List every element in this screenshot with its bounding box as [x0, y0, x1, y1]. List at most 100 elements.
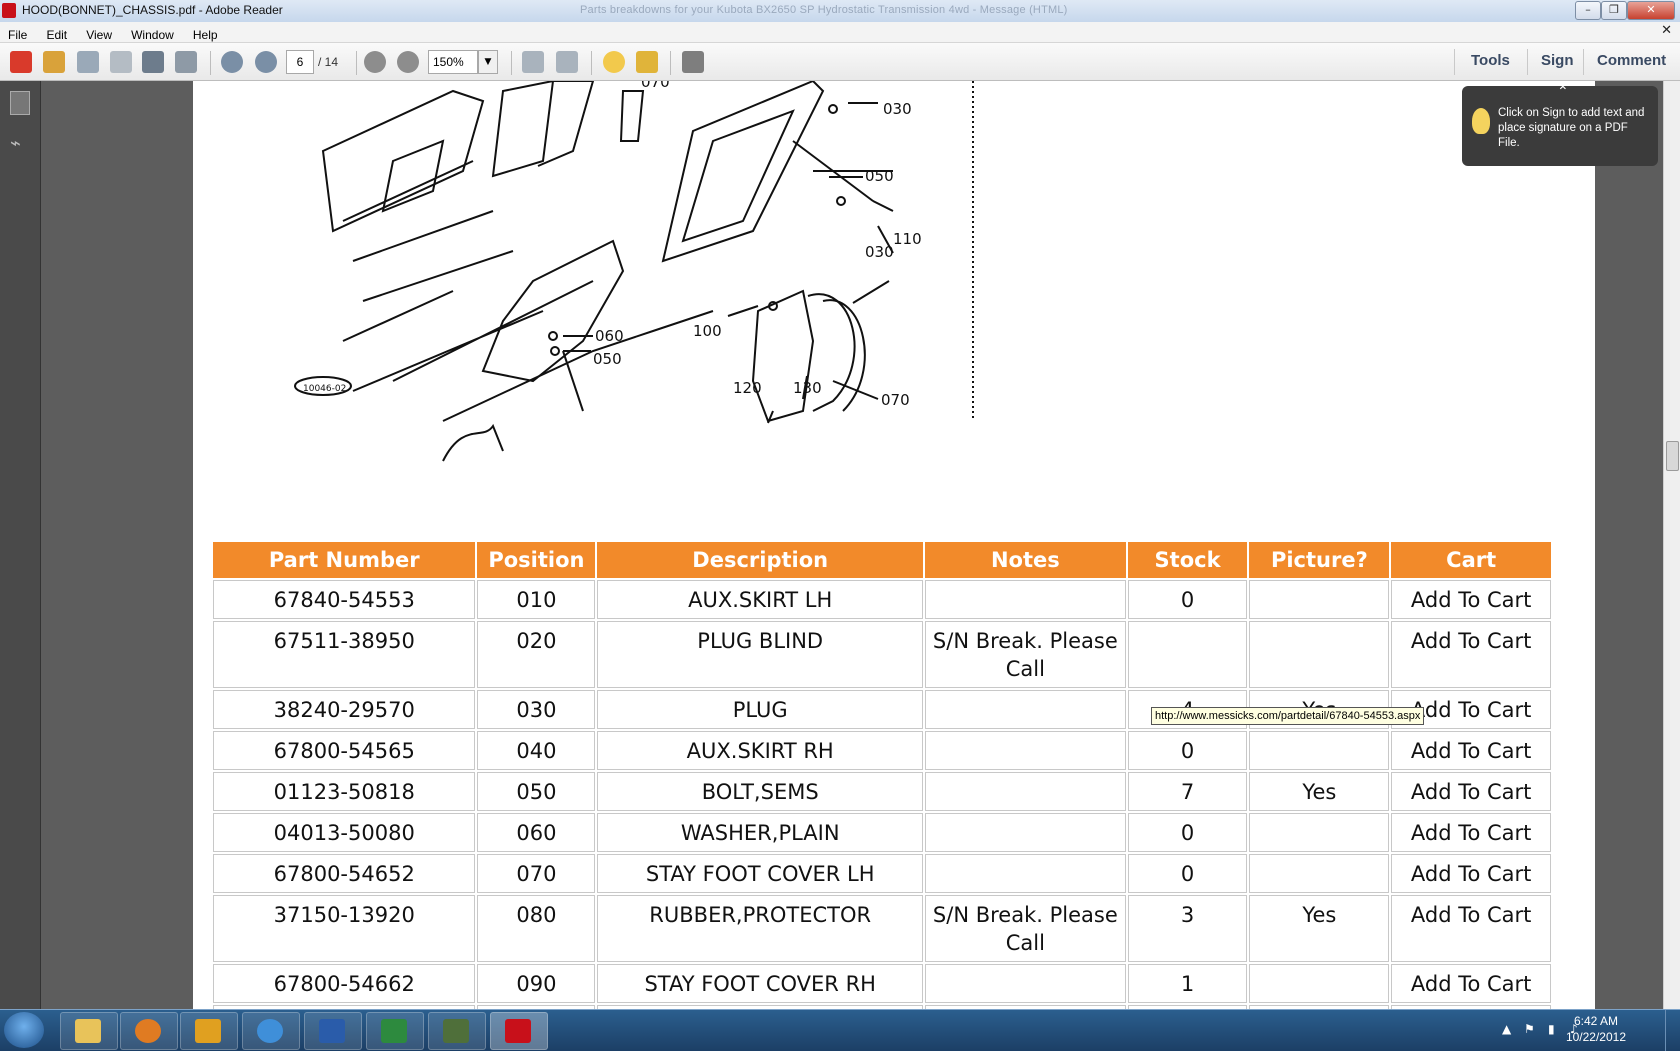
previous-page-icon[interactable] — [221, 51, 243, 73]
table-row: 67511-38950 020 PLUG BLIND S/N Break. Pleas… — [213, 621, 1551, 688]
close-window-button[interactable]: ✕ — [1627, 1, 1675, 20]
taskbar-adobe-reader[interactable] — [490, 1012, 548, 1050]
taskbar-excel[interactable] — [366, 1012, 424, 1050]
add-to-cart-link[interactable]: Add To Cart — [1391, 580, 1551, 619]
full-screen-icon[interactable] — [682, 51, 704, 73]
system-clock[interactable]: 6:42 AM 10/22/2012 — [1566, 1013, 1626, 1045]
cell-position: 010 — [477, 580, 596, 619]
page-number-input[interactable]: 6 — [286, 50, 314, 74]
vertical-scrollbar[interactable] — [1663, 81, 1680, 1009]
cell-stock: 0 — [1127, 580, 1248, 619]
table-row: 01123-50818 050 BOLT,SEMS 7 Yes Add To Cart — [213, 772, 1551, 811]
add-to-cart-link[interactable]: Add To Cart — [1391, 731, 1551, 770]
cell-part-number: 38240-29570 — [213, 690, 476, 729]
zoom-dropdown-icon[interactable]: ▼ — [478, 50, 498, 74]
menu-view[interactable]: View — [86, 28, 112, 42]
zoom-out-icon[interactable] — [364, 51, 386, 73]
add-to-cart-link[interactable]: Add To Cart — [1391, 772, 1551, 811]
close-document-icon[interactable]: ✕ — [1661, 23, 1672, 38]
cell-stock: 0 — [1127, 731, 1248, 770]
attachments-icon[interactable]: ⌁ — [10, 133, 28, 155]
email-icon[interactable] — [175, 51, 197, 73]
edit-icon[interactable] — [77, 51, 99, 73]
start-button[interactable] — [4, 1012, 44, 1048]
menu-help[interactable]: Help — [193, 28, 218, 42]
next-page-icon[interactable] — [255, 51, 277, 73]
tools-link[interactable]: Tools — [1471, 52, 1510, 69]
parts-table: Part Number Position Description Notes S… — [211, 540, 1553, 1009]
highlight-icon[interactable] — [636, 51, 658, 73]
comment-icon[interactable] — [603, 51, 625, 73]
show-desktop-button[interactable] — [1665, 1010, 1680, 1051]
zoom-input[interactable]: 150% — [428, 50, 478, 74]
minimize-button[interactable]: – — [1575, 1, 1601, 20]
cell-stock: 7 — [1127, 772, 1248, 811]
maximize-button[interactable]: ❐ — [1601, 1, 1627, 20]
taskbar-explorer[interactable] — [60, 1012, 118, 1050]
taskbar-word[interactable] — [304, 1012, 362, 1050]
adobe-reader-taskbar-icon — [505, 1019, 531, 1043]
save-icon[interactable] — [110, 51, 132, 73]
page-total: / 14 — [318, 55, 339, 69]
fit-page-icon[interactable] — [522, 51, 544, 73]
network-icon[interactable]: ▮ — [1548, 1022, 1555, 1036]
taskbar: ▲ ⚑ ▮ ♪ 6:42 AM 10/22/2012 — [0, 1009, 1680, 1051]
add-to-cart-link[interactable]: Add To Cart — [1391, 964, 1551, 1003]
cell-position: 020 — [477, 621, 596, 688]
cell-notes — [925, 813, 1126, 852]
zoom-in-icon[interactable] — [397, 51, 419, 73]
header-stock[interactable]: Stock — [1127, 542, 1248, 578]
add-to-cart-link[interactable]: Add To Cart — [1391, 813, 1551, 852]
create-pdf-icon[interactable] — [10, 51, 32, 73]
background-window-title: Parts breakdowns for your Kubota BX2650 … — [580, 4, 1068, 16]
callout-label: 070 — [641, 81, 670, 91]
cell-part-number: 01123-50818 — [213, 772, 476, 811]
taskbar-app[interactable] — [428, 1012, 486, 1050]
sign-link[interactable]: Sign — [1541, 52, 1574, 69]
cell-description: STAY FOOT COVER RH — [597, 964, 924, 1003]
menu-file[interactable]: File — [8, 28, 27, 42]
comment-link[interactable]: Comment — [1597, 52, 1666, 69]
cell-part-number: 67840-54553 — [213, 580, 476, 619]
folder-icon — [75, 1019, 101, 1043]
scrollbar-thumb[interactable] — [1666, 441, 1679, 471]
header-part-number[interactable]: Part Number — [213, 542, 476, 578]
table-row: 67800-54652 070 STAY FOOT COVER LH 0 Add To … — [213, 854, 1551, 893]
header-description[interactable]: Description — [597, 542, 924, 578]
cell-notes — [925, 772, 1126, 811]
menu-window[interactable]: Window — [131, 28, 174, 42]
add-to-cart-link[interactable]: Add To Cart — [1391, 854, 1551, 893]
menu-bar: File Edit View Window Help ✕ — [0, 22, 1680, 43]
callout-label: 050 — [593, 350, 622, 368]
header-picture[interactable]: Picture? — [1249, 542, 1390, 578]
open-file-icon[interactable] — [43, 51, 65, 73]
callout-label: 050 — [865, 167, 894, 185]
cell-notes — [925, 964, 1126, 1003]
add-to-cart-link[interactable]: Add To Cart — [1391, 621, 1551, 688]
taskbar-outlook[interactable] — [180, 1012, 238, 1050]
cell-description: AUX.SKIRT LH — [597, 580, 924, 619]
callout-label: 10046-02 — [303, 384, 346, 394]
excel-icon — [381, 1019, 407, 1043]
cell-picture — [1249, 580, 1390, 619]
cell-notes — [925, 854, 1126, 893]
callout-label: 070 — [881, 391, 910, 409]
page-thumbnails-icon[interactable] — [10, 91, 30, 115]
cell-description: BOLT,SEMS — [597, 772, 924, 811]
header-position[interactable]: Position — [477, 542, 596, 578]
taskbar-media-player[interactable] — [120, 1012, 178, 1050]
taskbar-internet-explorer[interactable] — [242, 1012, 300, 1050]
menu-edit[interactable]: Edit — [46, 28, 67, 42]
action-center-flag-icon[interactable]: ⚑ — [1524, 1022, 1535, 1036]
cell-picture — [1249, 964, 1390, 1003]
fit-width-icon[interactable] — [556, 51, 578, 73]
header-cart[interactable]: Cart — [1391, 542, 1551, 578]
show-hidden-icons[interactable]: ▲ — [1502, 1022, 1511, 1036]
cell-stock: 0 — [1127, 813, 1248, 852]
cell-notes — [925, 690, 1126, 729]
pdf-page: 070 030 050 030 110 070 060 050 100 120 … — [193, 81, 1595, 1009]
header-notes[interactable]: Notes — [925, 542, 1126, 578]
add-to-cart-link[interactable]: Add To Cart — [1391, 895, 1551, 962]
collapse-tooltip-icon[interactable]: ⌃ — [1557, 83, 1569, 100]
print-icon[interactable] — [142, 51, 164, 73]
